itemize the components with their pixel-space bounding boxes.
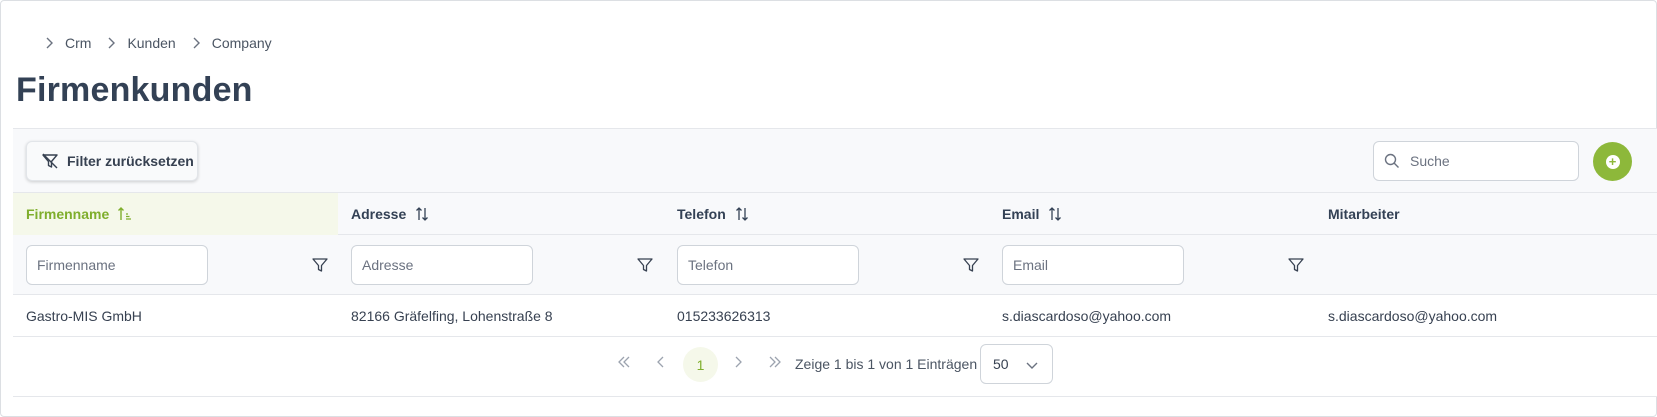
table-toolbar: Filter zurücksetzen +	[13, 129, 1657, 193]
filter-input-telefon[interactable]	[677, 245, 859, 285]
next-page-button[interactable]	[721, 347, 755, 381]
filter-input-adresse[interactable]	[351, 245, 533, 285]
column-header-label: Telefon	[677, 206, 726, 222]
filter-input-firmenname[interactable]	[26, 245, 208, 285]
cell-email: s.diascardoso@yahoo.com	[1002, 308, 1172, 324]
sort-icon	[734, 206, 750, 222]
chevron-right-icon	[103, 35, 119, 51]
filter-icon[interactable]	[962, 256, 980, 274]
filter-cell-firmenname	[13, 235, 338, 295]
plus-circle-icon: +	[1605, 154, 1620, 169]
cell-firmenname: Gastro-MIS GmbH	[26, 308, 142, 324]
filter-cell-email	[989, 235, 1315, 295]
reset-filter-label: Filter zurücksetzen	[67, 153, 194, 169]
table-filter-row	[13, 235, 1657, 295]
reset-filter-button[interactable]: Filter zurücksetzen	[26, 141, 198, 181]
filter-input-email[interactable]	[1002, 245, 1184, 285]
cell-telefon: 015233626313	[677, 308, 771, 324]
search-field[interactable]	[1373, 141, 1579, 181]
breadcrumb-item-crm[interactable]: Crm	[65, 35, 91, 51]
search-input[interactable]	[1410, 153, 1560, 169]
filter-icon[interactable]	[311, 256, 329, 274]
filter-cell-adresse	[338, 235, 664, 295]
table-row[interactable]: Gastro-MIS GmbH 82166 Gräfelfing, Lohens…	[13, 295, 1657, 337]
filter-icon[interactable]	[636, 256, 654, 274]
cell-adresse: 82166 Gräfelfing, Lohenstraße 8	[351, 308, 553, 324]
chevron-left-icon	[653, 354, 669, 375]
sort-ascending-icon	[117, 206, 133, 222]
sort-icon	[414, 206, 430, 222]
chevron-right-icon	[730, 354, 746, 375]
prev-page-button[interactable]	[644, 347, 678, 381]
search-icon	[1384, 153, 1400, 169]
customer-table: Filter zurücksetzen + Firmenname	[13, 128, 1657, 397]
column-header-firmenname[interactable]: Firmenname	[13, 193, 338, 235]
column-header-mitarbeiter: Mitarbeiter	[1315, 193, 1657, 235]
pagination-info: Zeige 1 bis 1 von 1 Einträgen	[795, 356, 978, 372]
column-header-label: Mitarbeiter	[1328, 206, 1400, 222]
column-header-telefon[interactable]: Telefon	[664, 193, 989, 235]
add-customer-button[interactable]: +	[1593, 142, 1632, 181]
filter-cell-telefon	[664, 235, 989, 295]
page-size-select[interactable]: 50	[980, 344, 1053, 384]
pagination: 1 Zeige 1 bis 1 von 1 Einträgen 50	[13, 337, 1657, 397]
first-page-button[interactable]	[607, 347, 641, 381]
filter-icon[interactable]	[1287, 256, 1305, 274]
chevron-right-icon	[41, 35, 57, 51]
breadcrumb-item-company[interactable]: Company	[212, 35, 272, 51]
last-page-button[interactable]	[758, 347, 792, 381]
double-chevron-left-icon	[616, 354, 632, 375]
sort-icon	[1047, 206, 1063, 222]
double-chevron-right-icon	[767, 354, 783, 375]
page-size-value: 50	[993, 356, 1009, 372]
chevron-right-icon	[188, 35, 204, 51]
breadcrumb: Crm Kunden Company	[41, 35, 284, 51]
column-header-label: Email	[1002, 206, 1040, 222]
column-header-email[interactable]: Email	[989, 193, 1315, 235]
breadcrumb-item-kunden[interactable]: Kunden	[127, 35, 175, 51]
column-header-adresse[interactable]: Adresse	[338, 193, 664, 235]
chevron-down-icon	[1024, 357, 1040, 373]
app-frame: Crm Kunden Company Firmenkunden Filter z…	[0, 0, 1657, 417]
column-header-label: Adresse	[351, 206, 407, 222]
table-header-row: Firmenname Adresse Telefon Email Mitarbe…	[13, 193, 1657, 235]
page-button-current[interactable]: 1	[683, 347, 718, 382]
page-title: Firmenkunden	[16, 71, 253, 109]
cell-mitarbeiter: s.diascardoso@yahoo.com	[1328, 308, 1498, 324]
column-header-label: Firmenname	[26, 206, 110, 222]
filter-slash-icon	[41, 152, 59, 170]
